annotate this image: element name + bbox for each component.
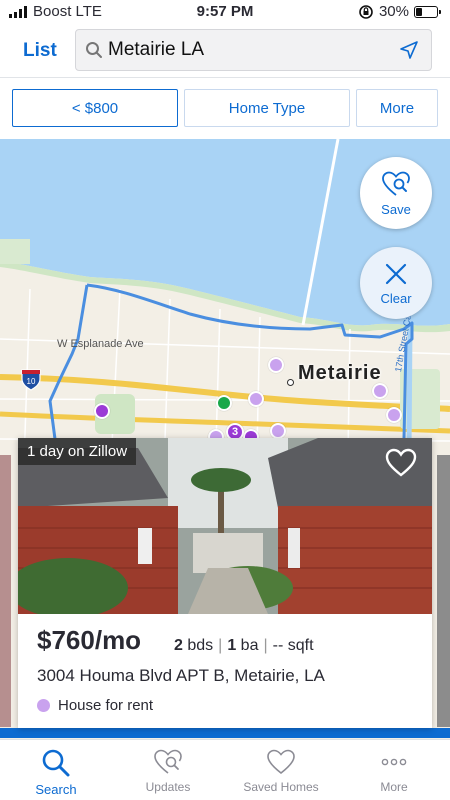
battery-icon [414,5,441,18]
tab-search-label: Search [35,782,77,797]
listing-type: House for rent [37,697,153,714]
tab-saved-label: Saved Homes [243,780,319,794]
status-bar: Boost LTE 9:57 PM 30% [0,0,450,24]
more-filters-button[interactable]: More [356,89,438,127]
home-type-filter-button[interactable]: Home Type [184,89,350,127]
listing-type-label: House for rent [58,697,154,714]
listing-facts: 2 bds | 1 ba | -- sqft [174,637,314,654]
tab-updates[interactable]: Updates [112,740,224,800]
days-on-zillow-badge: 1 day on Zillow [18,438,137,465]
tab-more[interactable]: More [338,740,450,800]
heart-search-icon [154,749,182,774]
listing-photo[interactable]: 1 day on Zillow [18,438,432,614]
listing-pin[interactable] [94,403,110,419]
road-label: W Esplanade Ave [57,338,144,350]
interstate-shield-icon: 10 [21,369,41,391]
carousel-strip [0,728,450,738]
baths-count: 1 [227,637,237,654]
heart-icon[interactable] [385,448,417,478]
listing-pin[interactable] [248,391,264,407]
price-filter-button[interactable]: < $800 [12,89,178,127]
city-label: Metairie [298,362,382,384]
listing-pin[interactable] [386,407,402,423]
next-listing-card[interactable] [437,455,450,727]
listing-pin[interactable] [270,423,286,439]
search-value: Metairie LA [108,39,205,60]
location-arrow-icon[interactable] [399,40,419,60]
city-marker [287,379,294,386]
search-icon [86,42,102,58]
listing-card[interactable]: 1 day on Zillow $760/mo 2 bds | 1 ba | -- sq… [18,438,432,728]
listing-price: $760/mo [37,625,142,655]
list-view-link[interactable]: List [23,40,57,62]
listing-pin[interactable] [372,383,388,399]
sqft-value: -- sqft [272,637,314,654]
beds-unit: bds [187,637,214,654]
bottom-tab-bar: Search Updates Saved Homes More [0,739,450,800]
listing-address: 3004 Houma Blvd APT B, Metairie, LA [37,666,325,685]
more-dots-icon [381,758,407,766]
listing-type-dot-icon [37,699,50,712]
clear-label: Clear [380,290,412,306]
tab-more-label: More [380,780,408,794]
heart-search-icon [382,171,410,196]
clear-boundary-button[interactable]: Clear [360,247,432,319]
save-label: Save [381,201,411,217]
tab-search[interactable]: Search [0,740,112,800]
search-input[interactable]: Metairie LA [75,29,432,71]
rotation-lock-icon [359,4,373,19]
baths-unit: ba [240,637,259,654]
interstate-number: 10 [27,377,36,386]
close-icon [385,263,407,284]
tab-updates-label: Updates [145,780,191,794]
battery-percent: 30% [378,3,409,20]
search-icon [42,749,70,777]
beds-count: 2 [174,637,183,654]
tab-saved-homes[interactable]: Saved Homes [225,740,337,800]
previous-listing-card[interactable] [0,455,11,727]
save-search-button[interactable]: Save [360,157,432,229]
listing-pin-selected[interactable] [216,395,232,411]
listing-pin[interactable] [268,357,284,373]
search-header: List Metairie LA [0,24,450,78]
heart-icon [267,749,295,775]
filter-bar: < $800 Home Type More [0,78,450,139]
